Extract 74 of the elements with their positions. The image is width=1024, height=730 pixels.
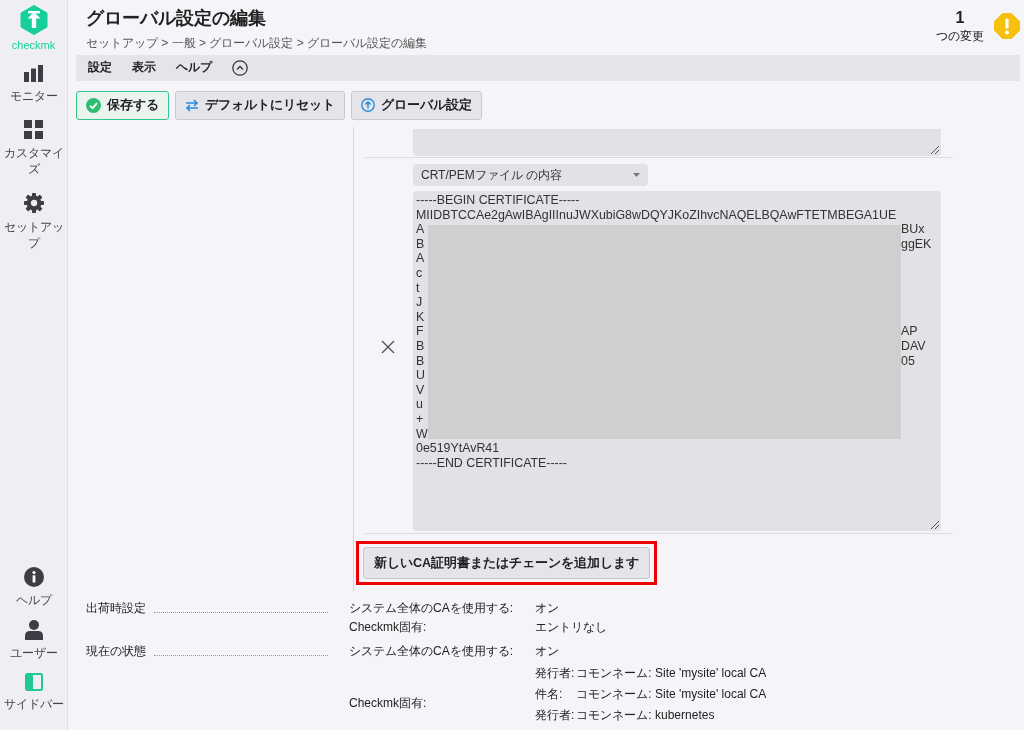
certificate-fragment: A <box>416 251 426 266</box>
check-circle-icon <box>86 97 101 113</box>
resize-handle-icon[interactable] <box>930 520 939 529</box>
certificate-fragment: c <box>416 265 424 281</box>
save-button[interactable]: 保存する <box>76 90 169 120</box>
certificate-fragment: W <box>416 426 428 442</box>
certificate-fragment: K <box>416 309 426 325</box>
certificate-fragment: DAV <box>901 338 927 354</box>
grid-icon <box>24 120 43 139</box>
certificate-fragment: V <box>416 382 426 398</box>
sidebar-panel-icon <box>24 673 43 691</box>
entry-value: コモンネーム: Site 'mysite' local CA <box>576 685 767 702</box>
certificate-fragment: F <box>416 324 425 339</box>
certificate-fragment: A <box>416 222 426 237</box>
add-certificate-button[interactable]: 新しいCA証明書またはチェーンを追加します <box>363 547 651 579</box>
certificate-line: -----BEGIN CERTIFICATE----- <box>416 193 581 208</box>
up-arrow-circle-icon <box>361 98 375 113</box>
certificate-fragment: B <box>416 353 426 369</box>
certificate-fragment: 05 <box>901 353 916 369</box>
gear-icon <box>23 193 44 213</box>
caret-icon <box>633 173 640 177</box>
certificate-line: MIIDBTCCAe2gAwIBAgIIInuJWXubiG8wDQYJKoZIhvcNAQELBQAwFTETMBEGA1UE <box>416 207 898 223</box>
logo-text: checkmk <box>11 38 56 52</box>
entry-key: 発行者: <box>535 664 575 681</box>
change-label[interactable]: つの変更 <box>936 28 984 44</box>
sidebar-item[interactable]: ユーザー <box>9 620 58 661</box>
sidebar-item[interactable]: カスタマイズ <box>1 120 66 177</box>
text-area-field[interactable] <box>413 128 941 156</box>
certificate-fragment: B <box>416 338 426 354</box>
setting-key: システム全体のCAを使用する: <box>349 599 535 618</box>
setting-value: オン <box>535 600 559 617</box>
certificate-fragment: ggEK <box>901 236 933 252</box>
close-icon[interactable] <box>380 340 395 354</box>
sidebar-item[interactable]: モニター <box>9 65 58 104</box>
change-count[interactable]: 1 <box>955 8 965 28</box>
bar-chart-icon <box>24 65 43 82</box>
entry-key: 件名: <box>535 685 575 702</box>
resize-handle-icon[interactable] <box>930 144 939 154</box>
setting-label: 現在の状態 <box>86 643 146 660</box>
swap-arrows-icon <box>185 98 199 112</box>
certificate-fragment: + <box>416 411 425 427</box>
menu-item[interactable]: ヘルプ <box>168 55 220 81</box>
collapse-icon[interactable] <box>232 59 248 76</box>
file-type-dropdown[interactable]: CRT/PEMファイル の内容 <box>413 164 648 186</box>
setting-value: エントリなし <box>535 619 607 636</box>
info-icon <box>23 567 44 587</box>
setting-key: システム全体のCAを使用する: <box>349 642 535 661</box>
certificate-line: -----END CERTIFICATE----- <box>416 455 568 471</box>
certificate-fragment: B <box>416 236 426 252</box>
page-title: グローバル設定の編集 <box>86 7 267 30</box>
certificate-fragment: BUx <box>901 222 926 237</box>
certificate-field[interactable]: -----BEGIN CERTIFICATE----- MIIDBTCCAe2gAwIBAgIIInuJWXubiG8wDQYJKoZIhvcNAQELBQAwFTETMBEGA1UE A BUx B ggEK A c t J K F AP B DAV B 05 U V u + W 0e519YtAvR41 -----END CERTIFICATE----- <box>413 191 941 531</box>
menu-item[interactable]: 表示 <box>124 55 164 81</box>
setting-key: Checkmk固有: <box>349 661 535 725</box>
certificate-fragment: t <box>416 280 421 296</box>
entry-value: コモンネーム: Site 'mysite' local CA <box>576 664 767 681</box>
user-icon <box>24 620 43 640</box>
certificate-fragment: AP <box>901 324 919 339</box>
setting-value: オン <box>535 643 559 660</box>
sidebar-item[interactable]: ヘルプ <box>15 567 52 608</box>
breadcrumb[interactable]: セットアップ > 一般 > グローバル設定 > グローバル設定の編集 <box>86 35 428 51</box>
setting-label: 出荷時設定 <box>86 600 146 617</box>
entry-key: 発行者: <box>535 706 575 723</box>
reset-to-default-button[interactable]: デフォルトにリセット <box>175 90 345 120</box>
global-settings-button[interactable]: グローバル設定 <box>351 90 482 120</box>
certificate-line: 0e519YtAvR41 <box>416 441 501 456</box>
sidebar-item[interactable]: サイドバー <box>3 673 64 712</box>
certificate-fragment: u <box>416 397 424 412</box>
entry-value: コモンネーム: kubernetes <box>576 706 716 723</box>
sidebar-item[interactable]: セットアップ <box>1 193 66 251</box>
menu-item[interactable]: 設定 <box>80 55 120 81</box>
certificate-fragment: J <box>416 295 424 310</box>
certificate-fragment: U <box>416 368 426 383</box>
setting-key: Checkmk固有: <box>349 618 535 637</box>
